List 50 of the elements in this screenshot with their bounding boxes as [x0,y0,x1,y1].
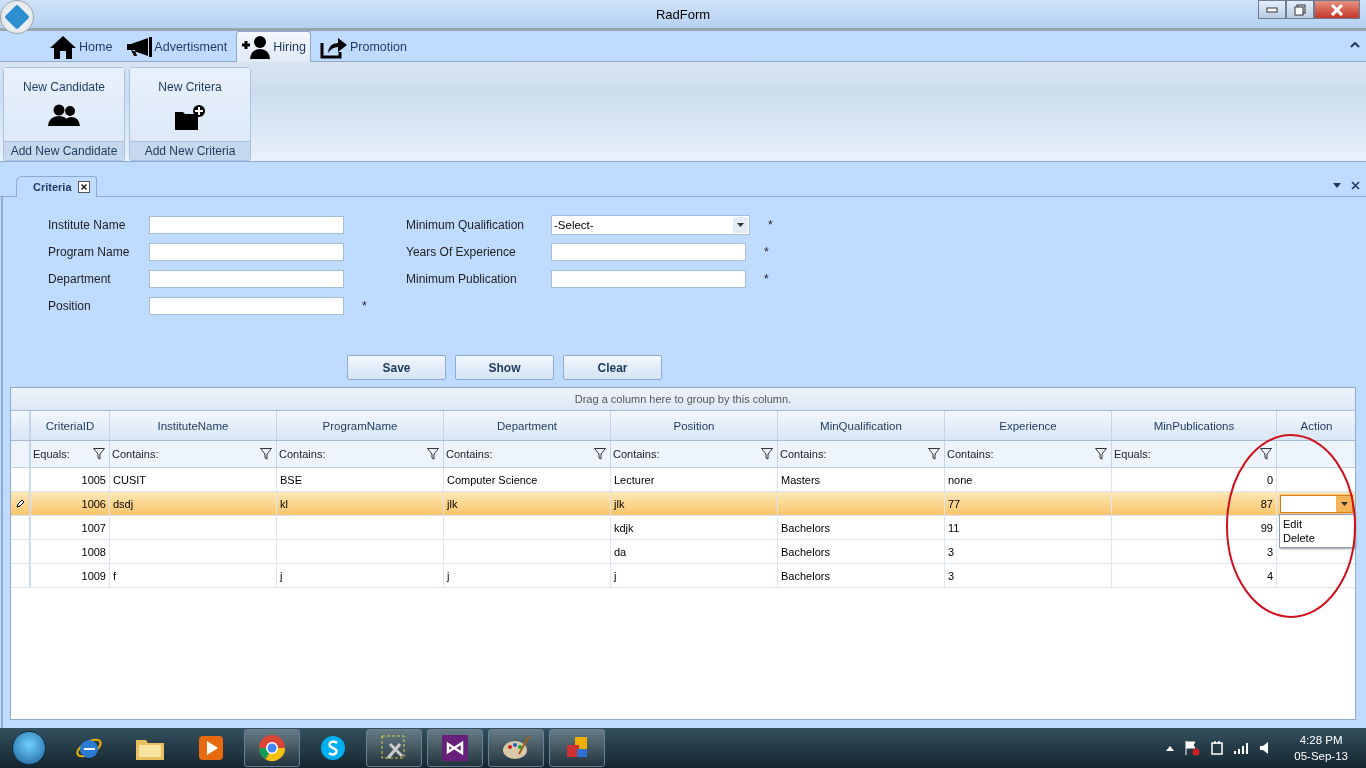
clock-date: 05-Sep-13 [1294,749,1348,764]
ribbon-group-label: Add New Criteria [130,141,250,160]
table-cell: 3 [948,545,955,558]
clock-time: 4:28 PM [1299,733,1343,748]
table-cell: 77 [948,497,961,510]
table-cell: 3 [1266,545,1273,558]
table-cell: Lecturer [614,473,655,486]
table-cell: BSE [280,473,302,486]
table-cell: Computer Science [447,473,538,486]
table-cell: Bachelors [781,545,830,558]
table-cell: dsdj [113,497,134,510]
field-label: Institute Name [48,218,127,232]
table-cell: 1006 [81,497,106,510]
table-cell: Bachelors [781,569,830,582]
table-cell: jlk [614,497,625,510]
field-label: Minimum Qualification [406,218,526,232]
table-cell: 87 [1260,497,1273,510]
table-cell: 99 [1260,521,1273,534]
table-cell: j [447,569,450,582]
table-cell: 11 [948,521,960,534]
required-mark: * [362,299,368,313]
table-cell: Bachelors [781,521,830,534]
group-panel-hint: Drag a column here to group by this column. [11,388,1355,411]
table-cell: 1009 [81,569,106,582]
table-cell: da [614,545,627,558]
table-cell: CUSIT [113,473,146,486]
field-label: Program Name [48,245,131,259]
table-cell: 4 [1266,569,1273,582]
table-cell: j [280,569,283,582]
table-cell: 1005 [81,473,106,486]
table-cell: f [113,569,117,582]
table-cell: 3 [948,569,955,582]
table-cell: 1008 [81,545,106,558]
table-cell: 1007 [81,521,106,534]
required-mark: * [768,218,774,232]
table-cell: kl [280,497,288,510]
window-title: RadForm [655,6,711,22]
field-label: Position [48,299,92,313]
table-cell: 0 [1266,473,1273,486]
required-mark: * [764,272,770,286]
table-cell: kdjk [614,521,634,534]
field-label: Department [48,272,112,286]
field-label: Years Of Experience [406,245,517,259]
table-cell: jlk [447,497,458,510]
table-cell: j [614,569,617,582]
table-cell: Masters [781,473,821,486]
required-mark: * [764,245,770,259]
table-cell: none [948,473,973,486]
ribbon-group-label: Add New Candidate [4,141,124,160]
field-label: Minimum Publication [406,272,518,286]
